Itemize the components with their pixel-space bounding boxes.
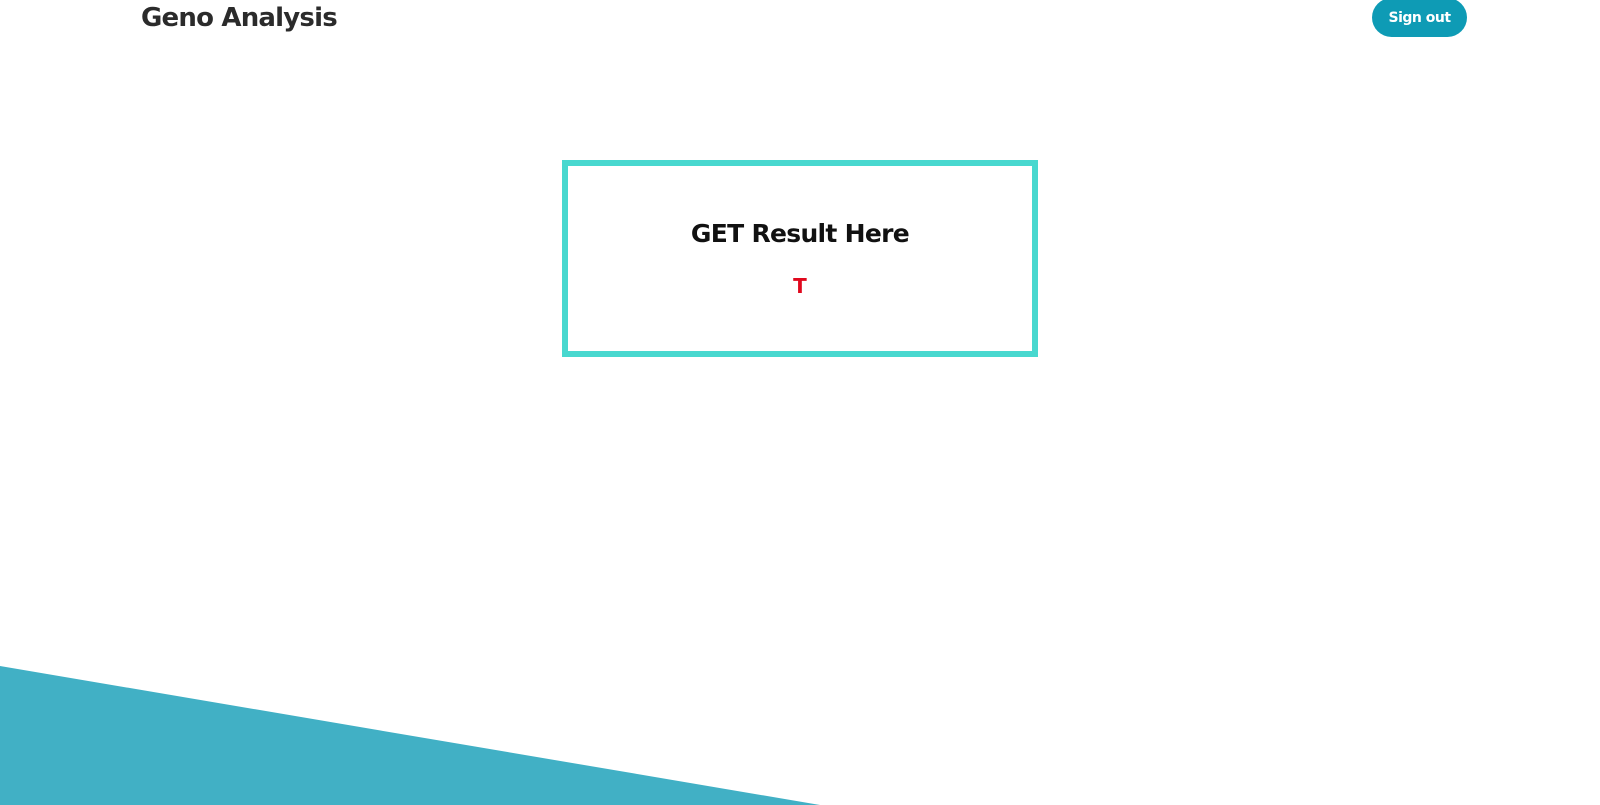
result-card: GET Result Here T bbox=[562, 160, 1038, 357]
sign-out-button[interactable]: Sign out bbox=[1372, 0, 1467, 37]
brand-title: Geno Analysis bbox=[141, 3, 338, 33]
result-value: T bbox=[793, 274, 807, 298]
decorative-slant-shape bbox=[0, 666, 820, 805]
result-heading: GET Result Here bbox=[690, 219, 910, 248]
page: Geno Analysis Sign out GET Result Here T bbox=[0, 0, 1600, 805]
